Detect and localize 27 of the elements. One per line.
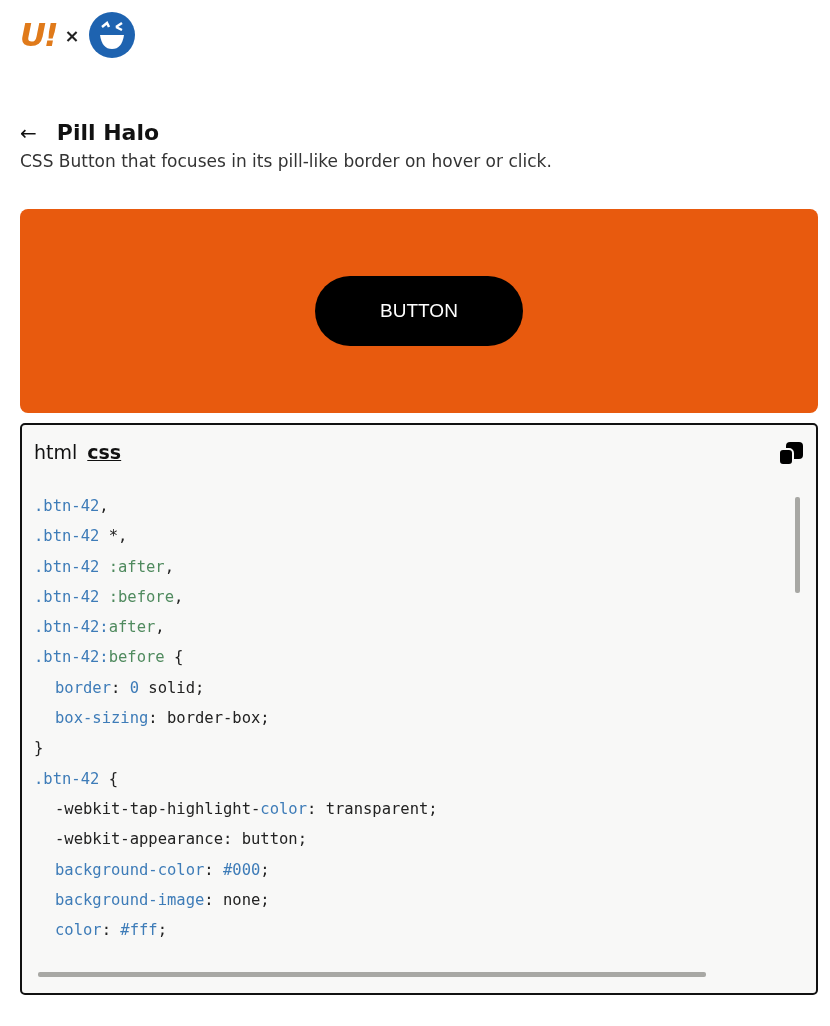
- code-line: .btn-42 *,: [34, 526, 129, 548]
- code-line: .btn-42 {: [34, 768, 119, 790]
- separator: ×: [64, 24, 80, 46]
- code-line: .btn-42:before {: [34, 647, 185, 669]
- code-line: background-image: none;: [54, 889, 271, 911]
- code-line: border: 0 solid;: [54, 677, 206, 699]
- vertical-scrollbar[interactable]: [795, 497, 800, 593]
- code-line: color: #fff;: [54, 920, 168, 942]
- code-line: .btn-42:after,: [34, 617, 166, 639]
- copy-icon[interactable]: [778, 441, 804, 467]
- code-line: .btn-42 :before,: [34, 586, 185, 608]
- code-line: background-color: #000;: [54, 859, 271, 881]
- emoji-logo-icon: [87, 11, 136, 59]
- page-title: Pill Halo: [56, 120, 160, 145]
- horizontal-scrollbar[interactable]: [38, 972, 706, 977]
- code-tab[interactable]: css: [87, 441, 122, 463]
- code-line: .btn-42,: [34, 496, 110, 517]
- code-line: -webkit-tap-highlight-color: transparent;: [54, 798, 439, 820]
- code-line: -webkit-appearance: button;: [54, 829, 308, 851]
- code-line: }: [34, 738, 45, 760]
- code-line: .btn-42 :after,: [34, 556, 175, 578]
- brand-logo: U!: [20, 16, 57, 54]
- back-link[interactable]: ←: [20, 120, 37, 145]
- description: CSS Button that focuses in its pill-like border on hover or click.: [20, 151, 553, 171]
- demo-button[interactable]: BUTTON: [315, 276, 523, 346]
- code-line: box-sizing: border-box;: [54, 708, 271, 730]
- code-tab[interactable]: html: [34, 441, 78, 463]
